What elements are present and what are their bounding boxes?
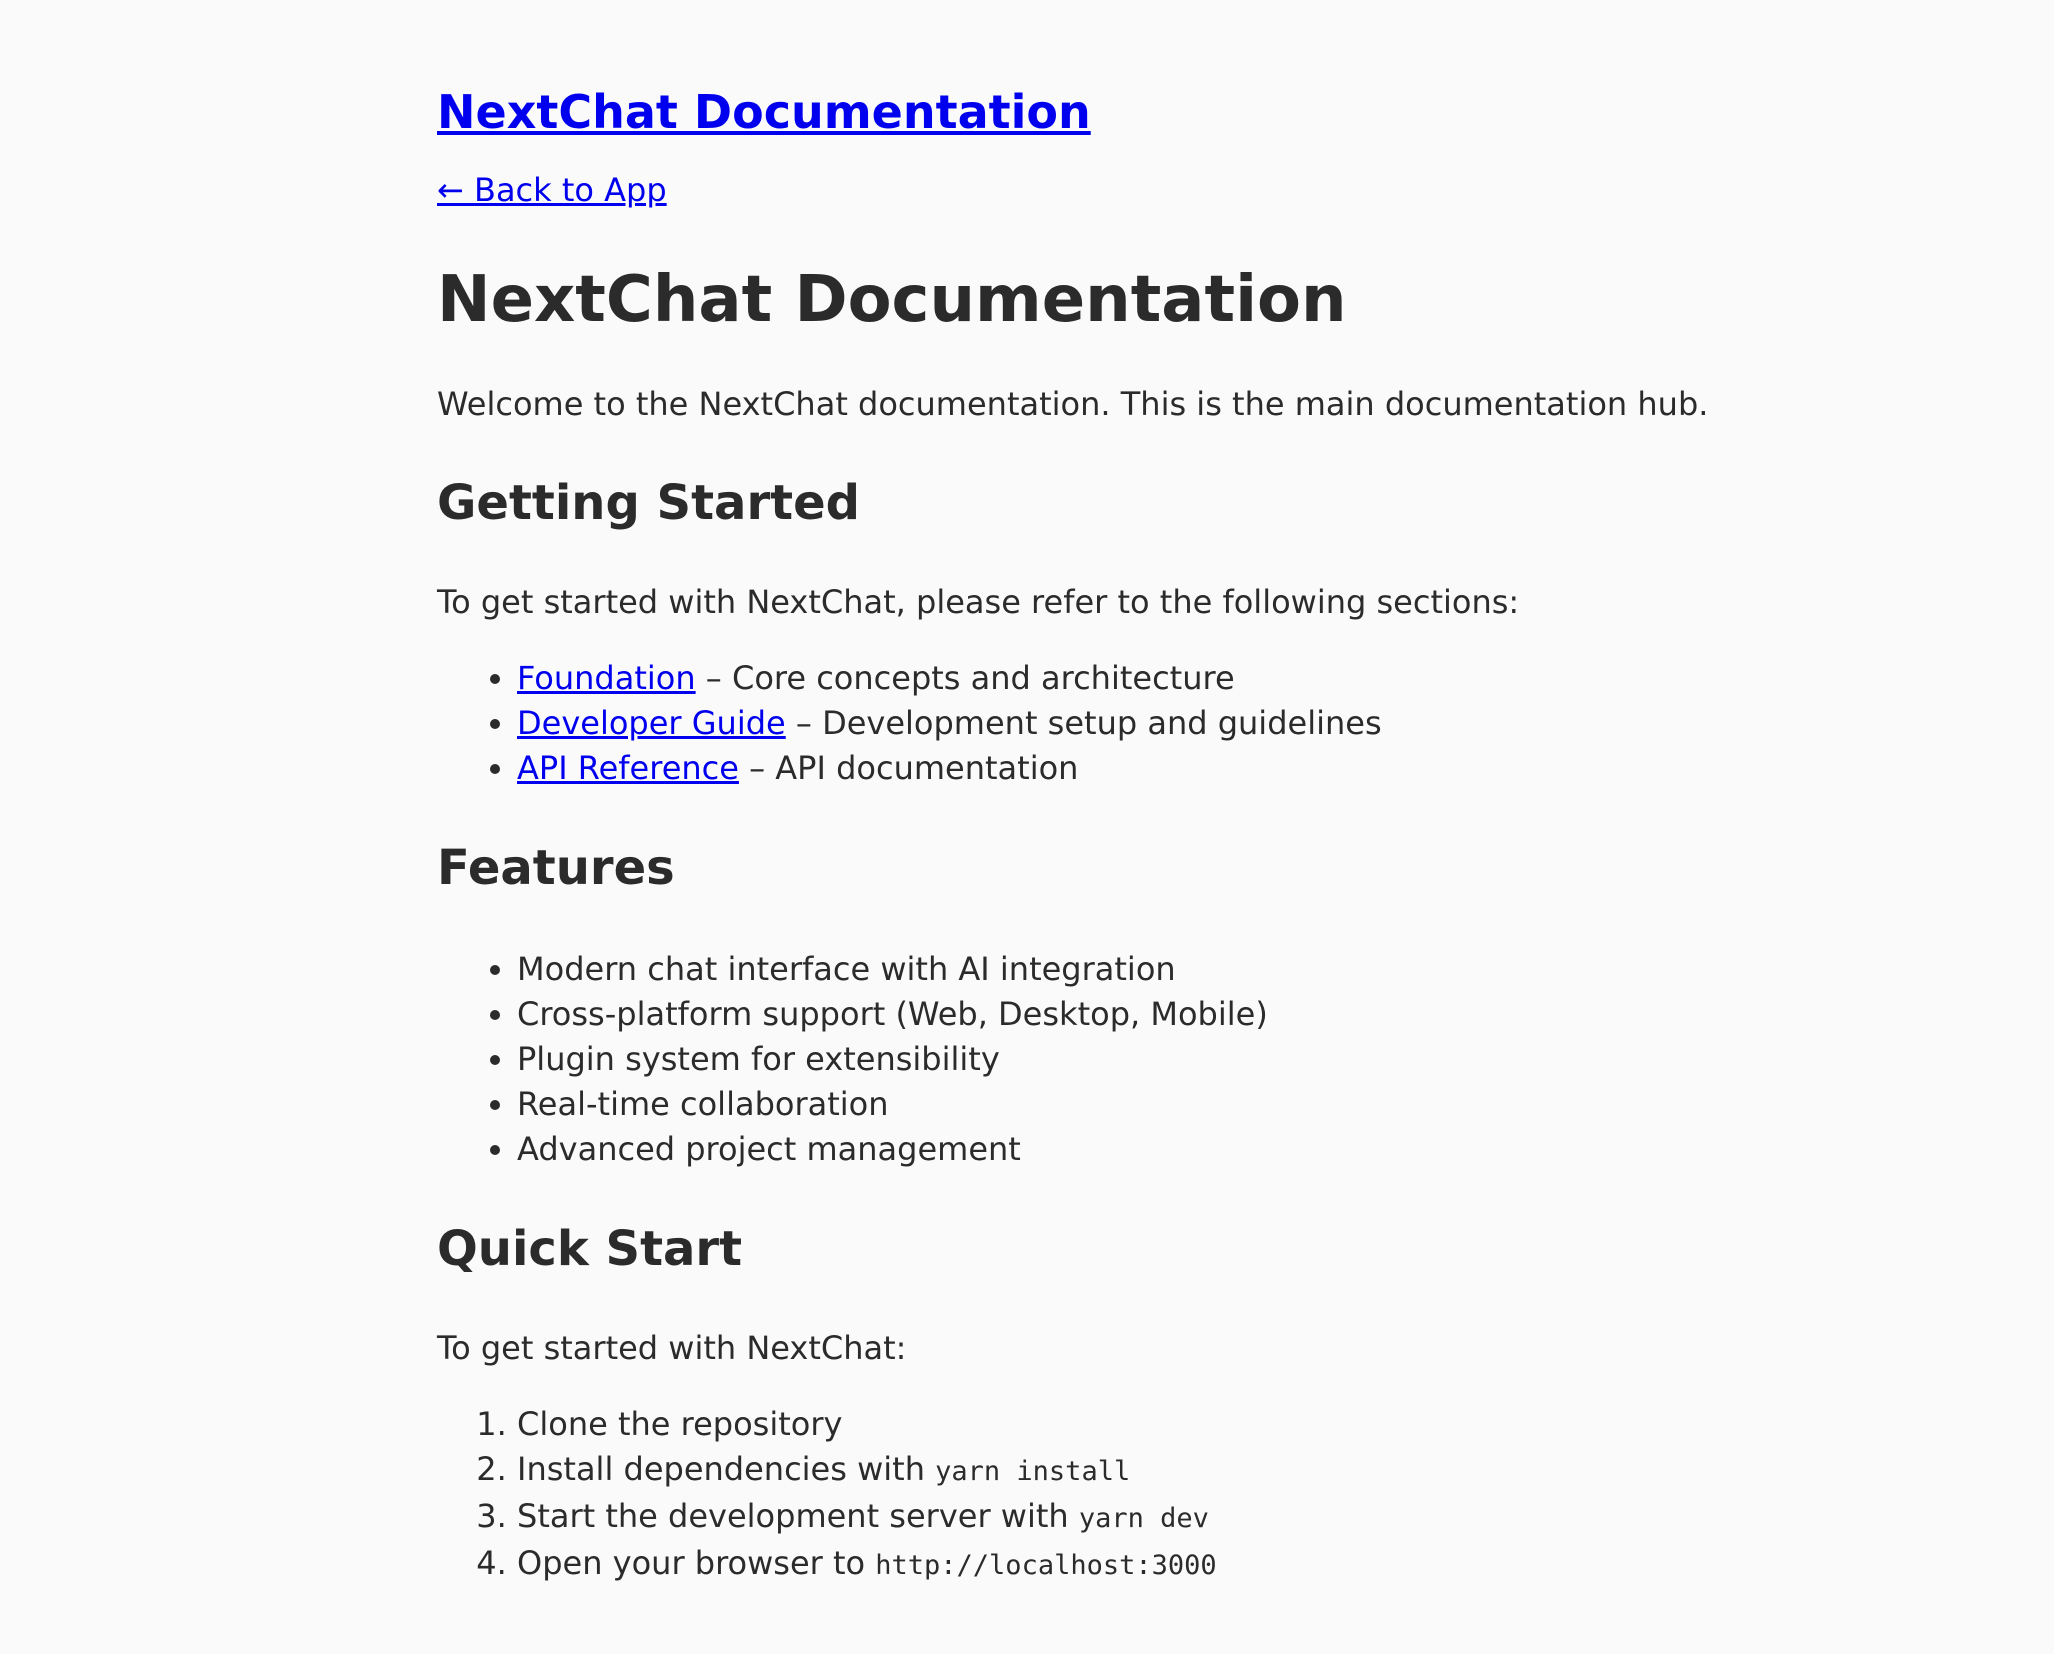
step-text: Install dependencies with [517,1450,936,1488]
quick-start-steps: Clone the repository Install dependencie… [437,1402,2037,1588]
list-item: Clone the repository [517,1402,2037,1447]
list-item-description: – API documentation [738,749,1079,787]
api-reference-link[interactable]: API Reference [517,749,739,787]
code-snippet: yarn install [935,1456,1131,1487]
getting-started-text: To get started with NextChat, please ref… [437,583,1520,621]
site-title-link[interactable]: NextChat Documentation [437,85,1091,139]
step-text: Open your browser to [517,1544,876,1582]
site-title: NextChat Documentation [437,78,2037,146]
quick-start-heading: Quick Start [437,1221,743,1277]
features-heading: Features [437,840,675,896]
list-item: API Reference – API documentation [517,746,2037,791]
list-item: Install dependencies with yarn install [517,1447,2037,1494]
features-list: Modern chat interface with AI integratio… [437,947,2037,1172]
list-item-description: – Core concepts and architecture [695,659,1235,697]
intro-text: Welcome to the NextChat documentation. T… [437,385,1709,423]
list-item-description: – Development setup and guidelines [785,704,1382,742]
back-to-app-link[interactable]: ← Back to App [437,166,2037,214]
list-item: Advanced project management [517,1127,2037,1172]
list-item: Foundation – Core concepts and architect… [517,656,2037,701]
list-item: Start the development server with yarn d… [517,1494,2037,1541]
page-title: NextChat Documentation [437,263,1347,337]
step-text: Clone the repository [517,1405,843,1443]
list-item: Open your browser to http://localhost:30… [517,1541,2037,1588]
quick-start-text: To get started with NextChat: [437,1329,907,1367]
foundation-link[interactable]: Foundation [517,659,696,697]
getting-started-list: Foundation – Core concepts and architect… [437,656,2037,791]
code-snippet: yarn dev [1078,1503,1209,1534]
list-item: Real-time collaboration [517,1082,2037,1127]
getting-started-heading: Getting Started [437,475,860,531]
documentation-page: NextChat Documentation ← Back to App Nex… [437,0,2037,1588]
list-item: Plugin system for extensibility [517,1037,2037,1082]
list-item: Developer Guide – Development setup and … [517,701,2037,746]
list-item: Cross-platform support (Web, Desktop, Mo… [517,992,2037,1037]
code-snippet: http://localhost:3000 [875,1550,1217,1581]
developer-guide-link[interactable]: Developer Guide [517,704,786,742]
list-item: Modern chat interface with AI integratio… [517,947,2037,992]
step-text: Start the development server with [517,1497,1079,1535]
